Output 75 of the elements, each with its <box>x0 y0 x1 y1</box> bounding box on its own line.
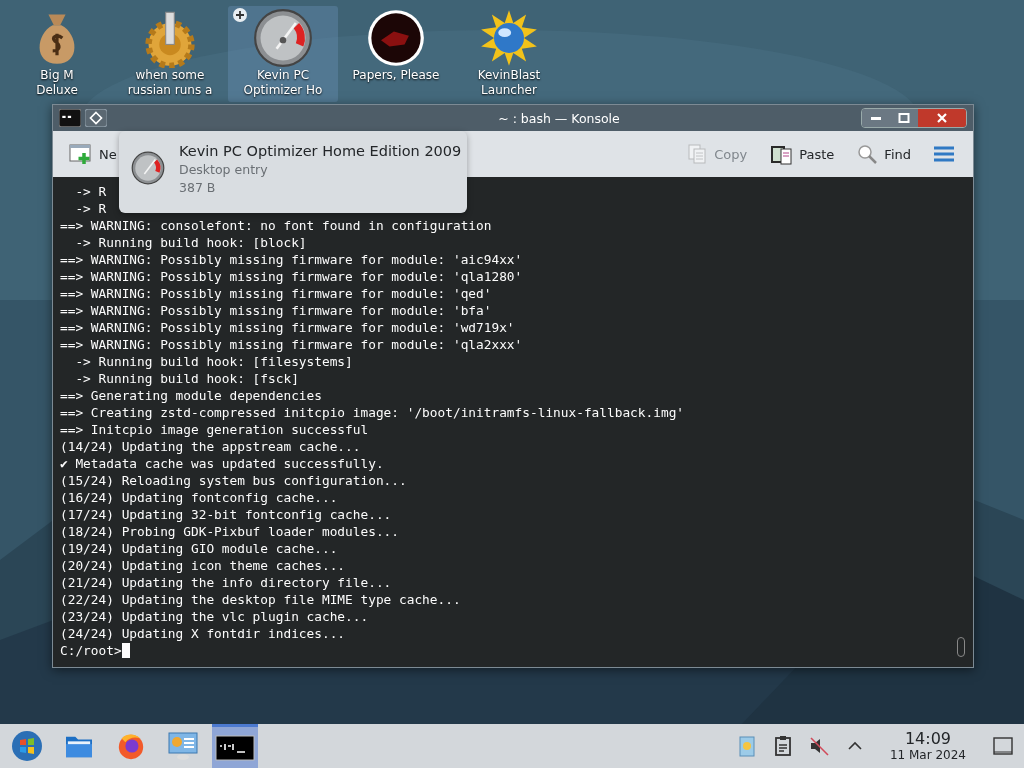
terminal-line: -> Running build hook: [filesystems] <box>74 353 353 370</box>
desktop-icon[interactable]: Big M Deluxe <box>2 6 112 102</box>
clock-time[interactable]: 14:09 <box>904 730 951 748</box>
icon-label: Launcher <box>481 83 537 98</box>
desktop-icon[interactable]: Papers, Please <box>341 6 451 102</box>
terminal-line: ✔ Metadata cache was updated successfully. <box>60 455 384 472</box>
close-button[interactable] <box>918 109 966 127</box>
speaker-icon[interactable] <box>807 735 830 757</box>
terminal-line: (16/24) Updating fontconfig cache... <box>60 489 338 506</box>
terminal-line: ==> WARNING: consolefont: no font found in configuration <box>60 217 492 234</box>
new-tab-button[interactable]: Ne <box>65 140 121 168</box>
terminal-line: (14/24) Updating the appstream cache... <box>60 438 361 455</box>
maximize-button[interactable] <box>890 109 918 127</box>
terminal-line: -> R <box>74 183 107 200</box>
start-orb-icon <box>11 730 43 762</box>
icon-label: when some <box>135 68 205 83</box>
icon-label: Big M <box>40 68 74 83</box>
icon-label: Optimizer Ho <box>243 83 323 98</box>
terminal-line: ==> WARNING: Possibly missing firmware for module: 'bfa' <box>60 302 492 319</box>
terminal-line: (17/24) Updating 32-bit fontconfig cache... <box>60 506 392 523</box>
terminal-line: ==> Generating module dependencies <box>60 387 322 404</box>
terminal-line: ==> WARNING: Possibly missing firmware for module: 'aic94xx' <box>60 251 523 268</box>
icon-label: Kevin PC <box>256 68 310 83</box>
monitor-icon <box>167 731 199 761</box>
icon-label: Papers, Please <box>352 68 440 83</box>
terminal-line: (19/24) Updating GIO module cache... <box>60 540 338 557</box>
gauge-icon <box>253 8 313 68</box>
terminal-line: ==> WARNING: Possibly missing firmware for module: 'wd719x' <box>60 319 515 336</box>
terminal-line: -> Running build hook: [block] <box>74 234 307 251</box>
minimize-button[interactable] <box>862 109 890 127</box>
plus-icon[interactable] <box>233 8 247 22</box>
tooltip-title: Kevin PC Optimizer Home Edition 2009 <box>179 142 462 161</box>
menu-icon <box>933 146 955 162</box>
terminal-icon <box>215 733 255 762</box>
terminal-line: ==> WARNING: Possibly missing firmware for module: 'qla2xxx' <box>60 336 523 353</box>
terminal-prompt: C:/root> <box>60 642 122 659</box>
clock-date[interactable]: 11 Mar 2024 <box>889 748 966 762</box>
terminal-line: (21/24) Updating the info directory file... <box>60 574 392 591</box>
terminal-icon[interactable] <box>59 109 81 127</box>
show-desktop-icon[interactable] <box>992 735 1014 757</box>
terminal-line: ==> Creating zstd-compressed initcpio image: '/boot/initramfs-linux-fallback.img' <box>60 404 685 421</box>
desktop-icon[interactable]: Kevin PC Optimizer Ho <box>228 6 338 102</box>
terminal-line: (18/24) Probing GDK-Pixbuf loader modules... <box>60 523 399 540</box>
desktop-icon[interactable]: when some russian runs a <box>115 6 225 102</box>
minimize-icon <box>871 116 881 120</box>
icon-label: russian runs a <box>127 83 213 98</box>
pin-icon[interactable] <box>85 109 107 127</box>
search-icon <box>856 143 879 165</box>
terminal-line: -> Running build hook: [fsck] <box>74 370 299 387</box>
copy-icon <box>686 143 709 165</box>
terminal-line: -> R <box>74 200 107 217</box>
paste-button[interactable]: Paste <box>765 140 839 168</box>
terminal-line: ==> Initcpio image generation successful <box>60 421 369 438</box>
paste-icon <box>769 143 794 165</box>
terminal-line: (20/24) Updating icon theme caches... <box>60 557 346 574</box>
icon-label: Deluxe <box>36 83 78 98</box>
taskbar-app[interactable] <box>212 724 258 768</box>
terminal-line: (24/24) Updating X fontdir indices... <box>60 625 346 642</box>
window-title: ~ : bash — Konsole <box>497 110 621 126</box>
gauge-icon <box>131 151 165 185</box>
close-icon <box>936 112 948 124</box>
terminal-line: (23/24) Updating the vlc plugin cache... <box>60 608 369 625</box>
file-size: 387 B <box>179 179 217 197</box>
text-cursor <box>121 643 130 658</box>
new-tab-icon <box>69 143 93 165</box>
terminal-line: ==> WARNING: Possibly missing firmware for module: 'qed' <box>60 285 492 302</box>
disc-icon <box>366 8 426 68</box>
desktop-icon[interactable]: KevinBlast Launcher <box>454 6 564 102</box>
terminal-line: (22/24) Updating the desktop file MIME type cache... <box>60 591 461 608</box>
icon-label: KevinBlast <box>477 68 541 83</box>
maximize-icon <box>898 112 910 124</box>
terminal-line: ==> WARNING: Possibly missing firmware for module: 'qla1280' <box>60 268 523 285</box>
terminal-line: (15/24) Reloading system bus configuration... <box>60 472 407 489</box>
tooltip-subtitle: Desktop entry <box>179 161 269 179</box>
find-button[interactable]: Find <box>852 140 915 168</box>
